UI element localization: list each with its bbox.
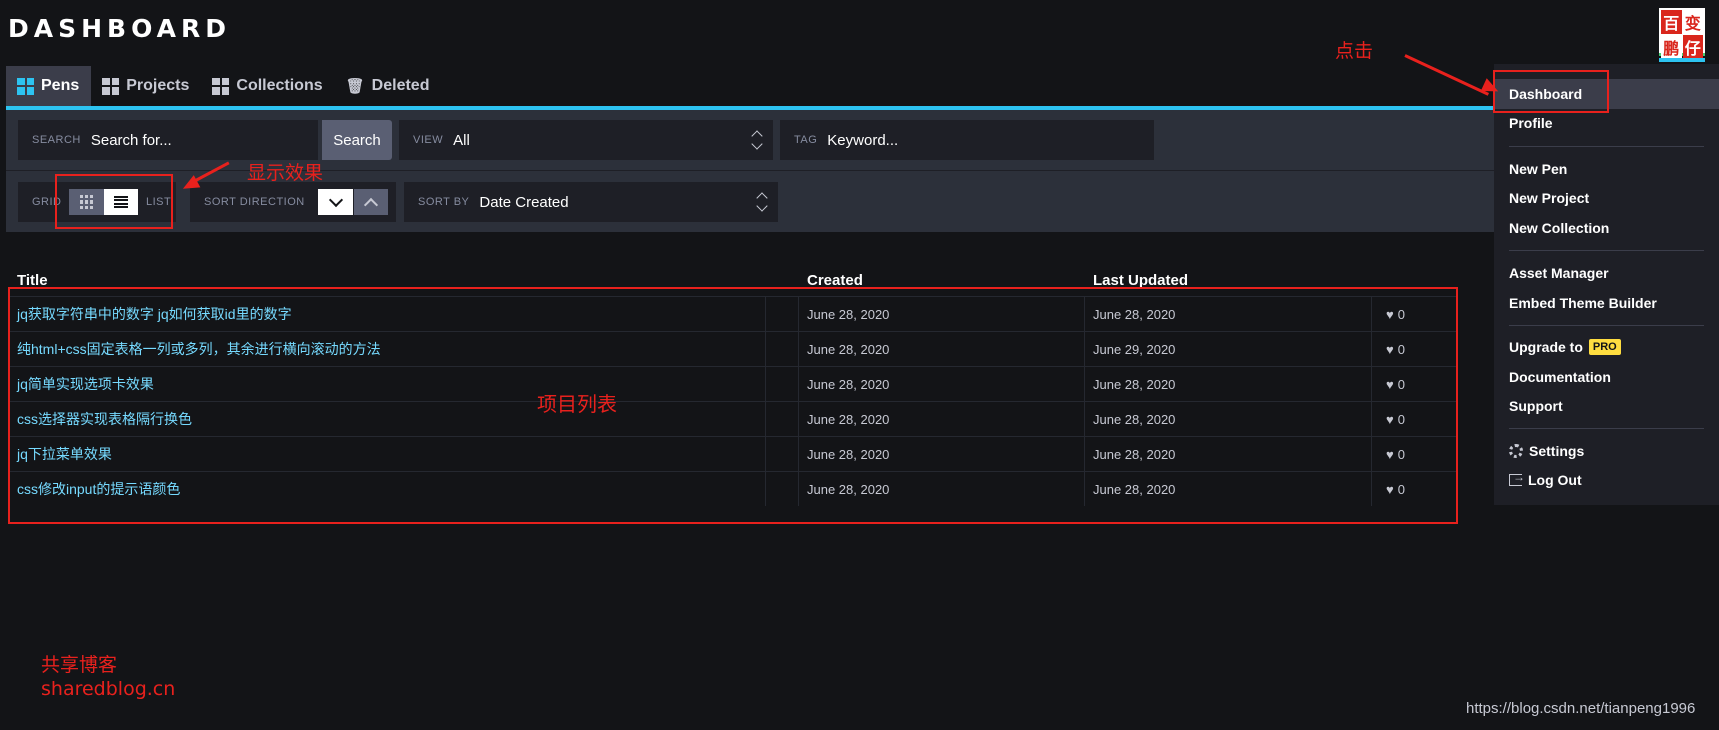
sort-direction-label: SORT DIRECTION — [204, 196, 305, 208]
annotation-blog-url: sharedblog.cn — [41, 678, 176, 700]
annotation-blog-name: 共享博客 — [41, 654, 118, 676]
select-arrows-icon — [751, 130, 763, 150]
pro-badge: PRO — [1588, 339, 1621, 355]
projects-icon — [102, 77, 120, 95]
search-label: SEARCH — [32, 134, 81, 146]
tag-field[interactable]: TAG Keyword... — [780, 120, 1154, 160]
avatar-char: 鹏 — [1661, 35, 1682, 59]
sort-descending-button[interactable] — [318, 189, 353, 215]
sort-by-value: Date Created — [479, 193, 569, 211]
tab-pens[interactable]: Pens — [6, 66, 92, 106]
avatar-char: 仔 — [1682, 35, 1703, 59]
menu-item-documentation[interactable]: Documentation — [1509, 369, 1611, 385]
tab-collections[interactable]: Collections — [201, 66, 334, 106]
menu-item-support[interactable]: Support — [1509, 398, 1563, 414]
highlight-view-toggle-box — [55, 174, 173, 229]
arrow-to-dashboard — [1404, 54, 1490, 96]
search-button[interactable]: Search — [322, 120, 392, 160]
upgrade-label: Upgrade to — [1509, 339, 1583, 355]
view-label: VIEW — [413, 134, 444, 146]
settings-label: Settings — [1529, 443, 1585, 459]
tab-deleted[interactable]: 🗑 Deleted — [335, 66, 442, 106]
user-dropdown-menu: Dashboard Profile New Pen New Project Ne… — [1494, 64, 1719, 505]
pens-icon — [17, 77, 34, 95]
chevron-up-icon — [363, 197, 379, 213]
sort-by-label: SORT BY — [418, 196, 470, 208]
sort-by-select[interactable]: SORT BY Date Created — [404, 182, 778, 222]
gear-icon — [1509, 444, 1523, 458]
log-out-icon — [1509, 470, 1525, 486]
tab-label: Collections — [236, 77, 323, 94]
menu-item-embed-theme-builder[interactable]: Embed Theme Builder — [1509, 295, 1657, 311]
log-out-label: Log Out — [1528, 472, 1582, 488]
menu-item-new-collection[interactable]: New Collection — [1509, 220, 1609, 236]
menu-item-new-project[interactable]: New Project — [1509, 190, 1589, 206]
annotation-click: 点击 — [1335, 40, 1374, 62]
avatar-underline — [1659, 58, 1705, 62]
view-select[interactable]: VIEW All — [399, 120, 773, 160]
sort-ascending-button[interactable] — [354, 189, 388, 215]
highlight-project-list-box — [8, 287, 1458, 524]
dashboard-tabs: Pens Projects Collections 🗑 Deleted — [6, 66, 441, 106]
tab-label: Projects — [126, 77, 190, 94]
tag-input[interactable]: Keyword... — [827, 132, 898, 149]
avatar-char: 百 — [1661, 10, 1682, 34]
search-input[interactable]: Search for... — [91, 132, 172, 149]
highlight-dashboard-box — [1493, 70, 1609, 113]
avatar-char: 变 — [1682, 10, 1703, 34]
avatar[interactable]: 百 变 鹏 仔 — [1659, 8, 1705, 59]
menu-item-asset-manager[interactable]: Asset Manager — [1509, 265, 1609, 281]
tab-projects[interactable]: Projects — [91, 66, 201, 106]
tag-label: TAG — [794, 134, 818, 146]
menu-item-log-out[interactable]: Log Out — [1509, 470, 1582, 488]
page-title: DASHBOARD — [8, 14, 232, 43]
menu-item-settings[interactable]: Settings — [1509, 443, 1584, 459]
menu-item-profile[interactable]: Profile — [1509, 115, 1553, 131]
annotation-display-effect: 显示效果 — [247, 162, 324, 184]
collections-icon — [212, 77, 230, 95]
annotation-project-list: 项目列表 — [537, 392, 617, 416]
view-value: All — [453, 131, 470, 149]
tab-label: Pens — [41, 77, 80, 94]
chevron-down-icon — [328, 192, 343, 207]
search-field[interactable]: SEARCH Search for... — [18, 120, 318, 160]
watermark-url: https://blog.csdn.net/tianpeng1996 — [1466, 700, 1696, 717]
menu-item-upgrade[interactable]: Upgrade to PRO — [1509, 339, 1621, 355]
trash-icon: 🗑 — [345, 78, 365, 95]
tab-label: Deleted — [371, 77, 430, 94]
menu-item-new-pen[interactable]: New Pen — [1509, 161, 1567, 177]
select-arrows-icon — [756, 192, 768, 212]
